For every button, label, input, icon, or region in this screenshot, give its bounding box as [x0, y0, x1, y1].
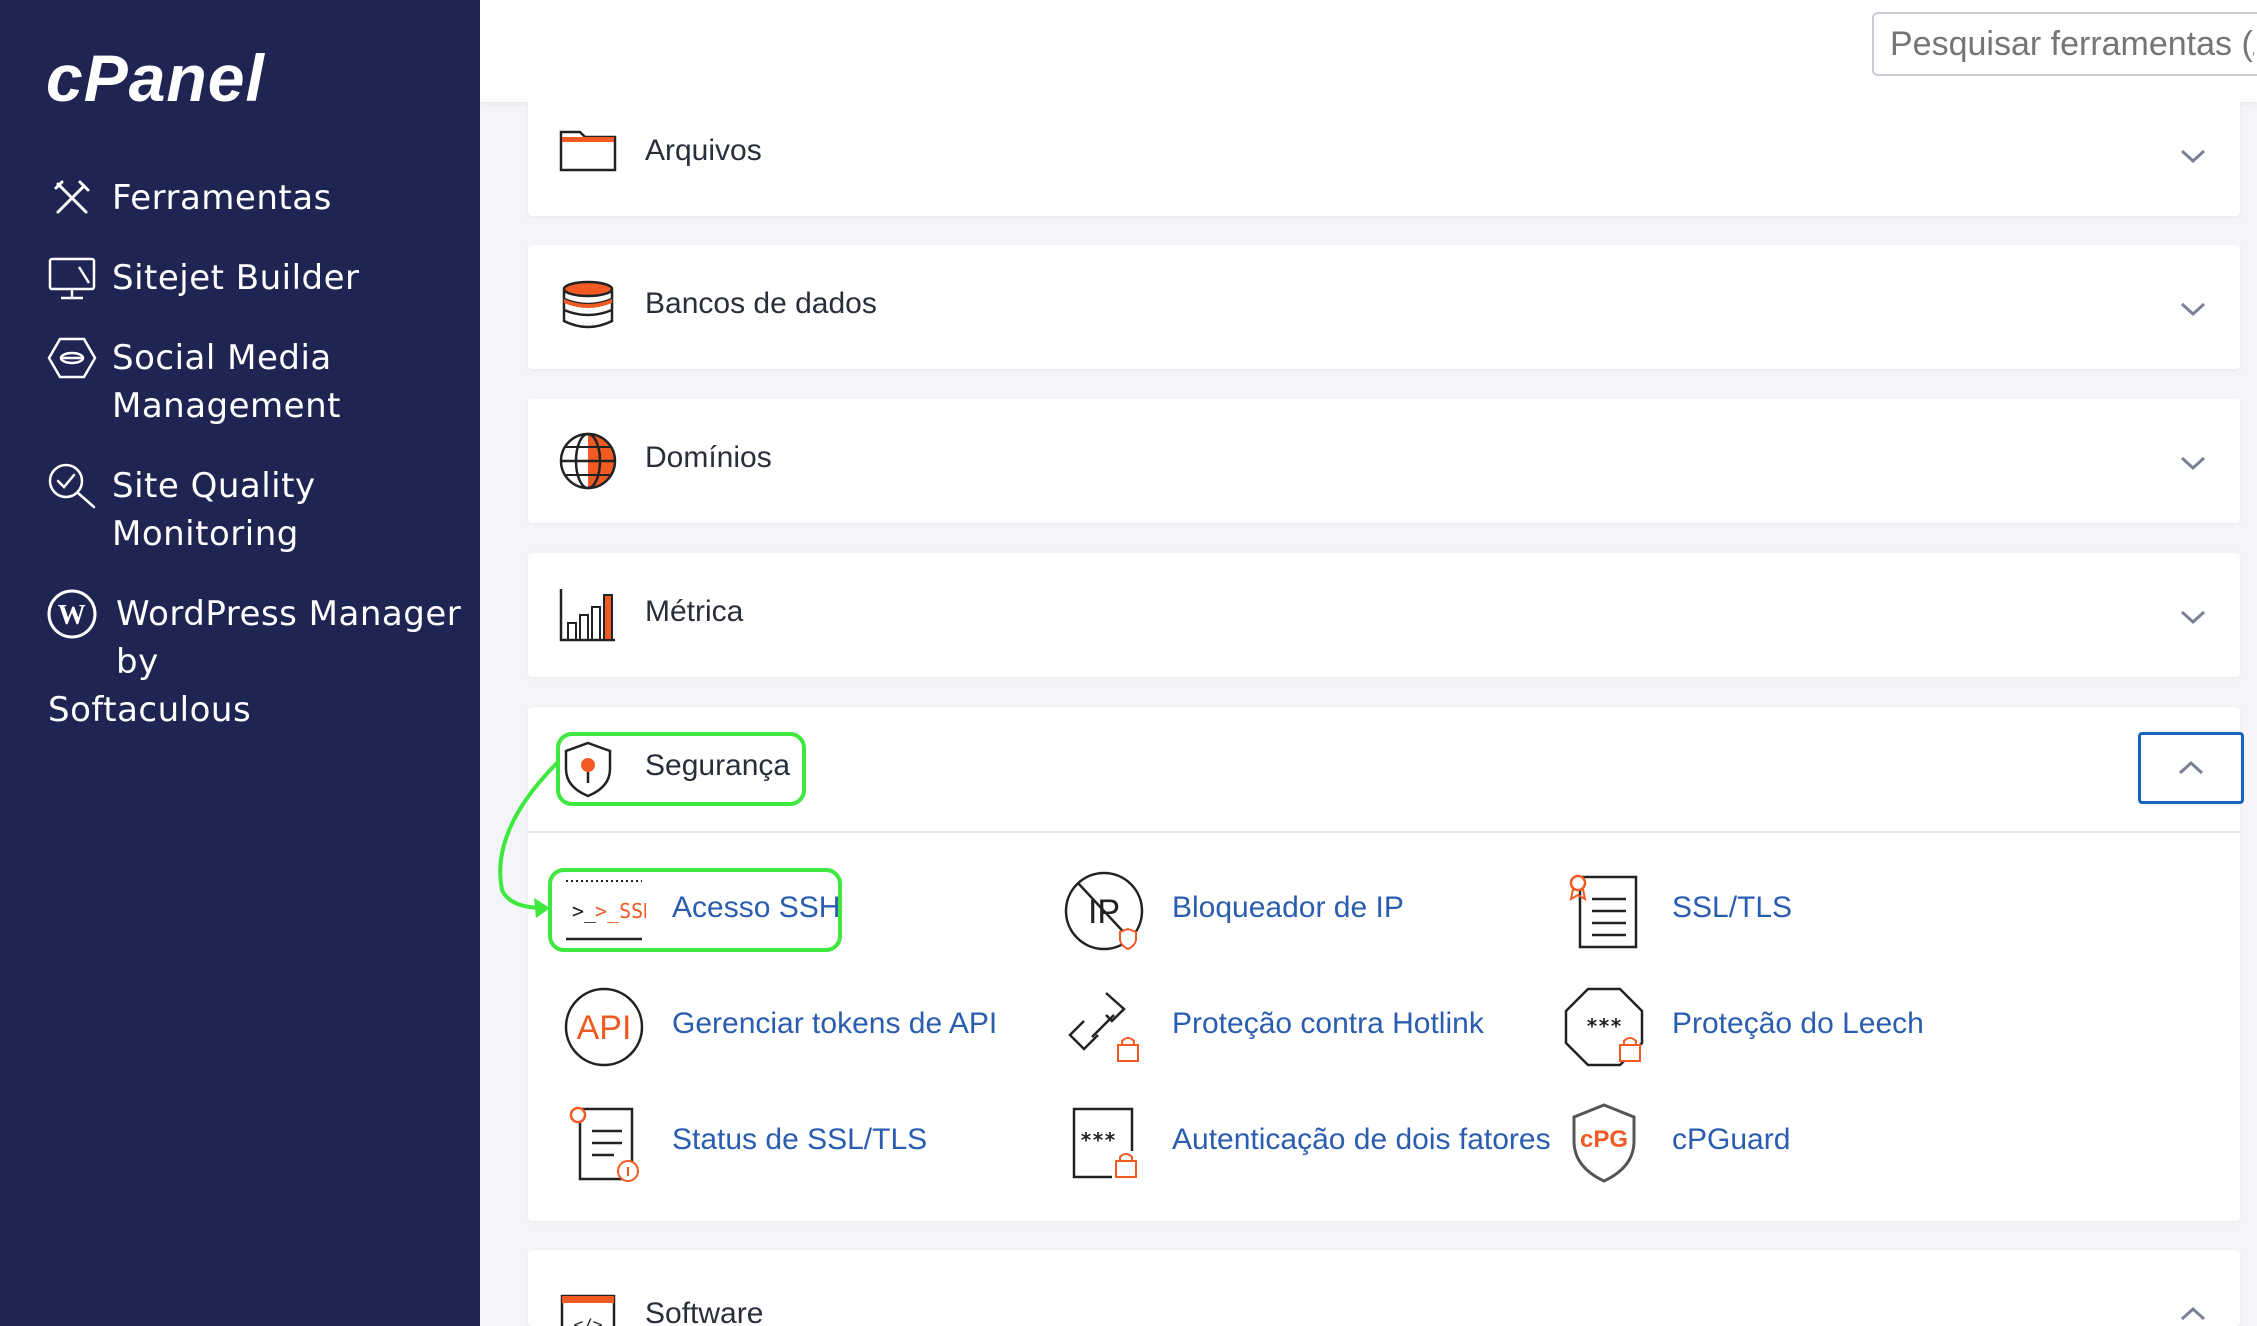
- tool-label: Proteção contra Hotlink: [1172, 1007, 1484, 1040]
- sidebar-item-label: Ferramentas: [112, 178, 332, 218]
- chevron-down-icon[interactable]: [2178, 453, 2208, 473]
- section-title: Bancos de dados: [645, 287, 877, 320]
- tool-protecao-leech[interactable]: *** Proteção do Leech: [1562, 985, 1962, 1067]
- tool-autenticacao-dois-fatores[interactable]: *** Autenticação de dois fatores: [1062, 1101, 1562, 1181]
- section-title: Software: [645, 1297, 764, 1326]
- section-dominios[interactable]: Domínios: [528, 399, 2240, 523]
- collapse-button[interactable]: [2138, 732, 2244, 804]
- annotation-arrow: [498, 760, 560, 918]
- tool-bloqueador-de-ip[interactable]: IP Bloqueador de IP: [1062, 869, 1462, 951]
- section-title: Arquivos: [645, 134, 762, 167]
- chevron-down-icon[interactable]: [2178, 607, 2208, 627]
- svg-text:cPG: cPG: [1580, 1126, 1628, 1153]
- tool-protecao-hotlink[interactable]: Proteção contra Hotlink: [1062, 985, 1522, 1065]
- chevron-up-icon[interactable]: [2178, 1304, 2208, 1324]
- sidebar-item-sitejet[interactable]: Sitejet Builder: [44, 254, 464, 302]
- tool-label: Bloqueador de IP: [1172, 891, 1404, 924]
- section-metrica[interactable]: Métrica: [528, 553, 2240, 677]
- svg-text:</>: </>: [574, 1315, 603, 1326]
- social-media-icon: [44, 334, 100, 382]
- sidebar-item-site-quality[interactable]: Site Quality Monitoring: [44, 462, 464, 558]
- sidebar: cPanel Ferramentas Sitejet Builder Socia…: [0, 0, 480, 1326]
- section-divider: [528, 831, 2240, 833]
- tool-status-ssl-tls[interactable]: Status de SSL/TLS: [562, 1101, 962, 1182]
- monitor-builder-icon: [44, 254, 100, 302]
- tool-cpguard[interactable]: cPG cPGuard: [1562, 1101, 1862, 1183]
- section-title: Domínios: [645, 441, 772, 474]
- svg-text:API: API: [577, 1009, 632, 1047]
- chevron-down-icon[interactable]: [2178, 299, 2208, 319]
- leech-icon: ***: [1564, 987, 1644, 1067]
- tool-ssl-tls[interactable]: SSL/TLS: [1562, 869, 1862, 949]
- sidebar-item-ferramentas[interactable]: Ferramentas: [44, 174, 464, 222]
- tool-label: SSL/TLS: [1672, 891, 1793, 924]
- sidebar-item-label: WordPress Manager by: [116, 594, 462, 682]
- chevron-up-icon: [2178, 760, 2204, 775]
- ip-blocker-icon: IP: [1064, 871, 1144, 951]
- tool-label: cPGuard: [1672, 1123, 1791, 1156]
- software-code-icon: </>: [560, 1294, 616, 1326]
- sidebar-item-wordpress[interactable]: W WordPress Manager by: [44, 589, 464, 686]
- sidebar-item-label: Social Media Management: [112, 338, 341, 426]
- database-icon: [562, 280, 614, 329]
- sidebar-item-label-tail: Softaculous: [48, 690, 252, 730]
- api-icon: API: [564, 987, 644, 1067]
- tool-label: Proteção do Leech: [1672, 1007, 1924, 1040]
- cpanel-logo[interactable]: cPanel: [46, 40, 265, 116]
- cpguard-icon: cPG: [1572, 1103, 1636, 1183]
- ssl-certificate-icon: [1569, 874, 1638, 949]
- section-title: Métrica: [645, 595, 744, 628]
- tools-icon: [44, 174, 100, 222]
- sidebar-item-label: Site Quality Monitoring: [112, 466, 316, 554]
- wordpress-icon: W: [44, 589, 100, 639]
- section-bancos-de-dados[interactable]: Bancos de dados: [528, 245, 2240, 369]
- svg-text:IP: IP: [1088, 893, 1120, 931]
- ssl-status-icon: [569, 1106, 639, 1182]
- magnifier-check-icon: [44, 462, 100, 510]
- folder-icon: [559, 130, 617, 172]
- tool-label: Status de SSL/TLS: [672, 1123, 928, 1156]
- section-software[interactable]: </> Software: [528, 1250, 2240, 1326]
- section-arquivos[interactable]: Arquivos: [528, 98, 2240, 216]
- tool-label: Autenticação de dois fatores: [1172, 1123, 1551, 1156]
- globe-icon: [559, 432, 617, 490]
- hotlink-icon: [1068, 992, 1139, 1062]
- tool-label: Gerenciar tokens de API: [672, 1007, 998, 1040]
- svg-text:W: W: [58, 600, 87, 631]
- sidebar-item-label: Sitejet Builder: [112, 258, 360, 298]
- two-factor-icon: ***: [1072, 1107, 1137, 1179]
- bar-chart-icon: [559, 589, 615, 642]
- chevron-down-icon[interactable]: [2178, 146, 2208, 166]
- search-input[interactable]: [1872, 12, 2257, 76]
- svg-text:***: ***: [1080, 1128, 1116, 1152]
- svg-text:***: ***: [1586, 1014, 1622, 1038]
- tool-gerenciar-tokens-api[interactable]: API Gerenciar tokens de API: [562, 985, 1022, 1067]
- sidebar-item-social-media[interactable]: Social Media Management: [44, 334, 464, 430]
